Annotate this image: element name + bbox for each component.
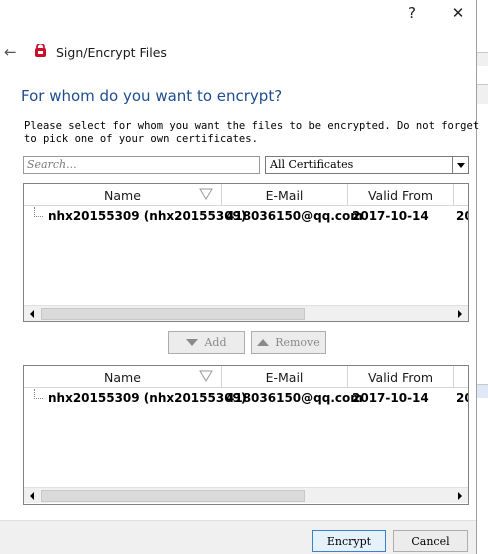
arrow-up-icon [257, 339, 270, 346]
help-button[interactable]: ? [400, 4, 424, 22]
table-row[interactable]: nhx20155309 (nhx20155309) 418036150@qq.c… [24, 391, 468, 407]
column-header-email[interactable]: E-Mail [222, 366, 348, 388]
back-arrow-icon[interactable]: ← [4, 43, 17, 61]
certificate-filter-select[interactable]: All Certificates [265, 156, 469, 174]
scrollbar-thumb[interactable] [41, 308, 305, 320]
close-icon[interactable]: ✕ [446, 4, 470, 22]
background-window-strip [477, 52, 488, 66]
horizontal-scrollbar[interactable] [24, 305, 468, 321]
horizontal-scrollbar[interactable] [24, 487, 468, 503]
column-header-extra[interactable] [454, 184, 468, 206]
scroll-right-icon[interactable] [452, 488, 468, 504]
available-certificates-list[interactable]: Name E-Mail Valid From nhx20155309 (nhx2… [23, 183, 469, 322]
kleopatra-app-icon [33, 42, 48, 59]
list-header: Name E-Mail Valid From [24, 184, 468, 206]
add-button[interactable]: Add [168, 331, 245, 354]
column-header-extra[interactable] [454, 366, 468, 388]
sort-indicator-icon [199, 188, 213, 200]
instruction-text: Please select for whom you want the file… [24, 120, 480, 132]
chevron-down-icon[interactable] [452, 157, 468, 173]
selected-certificates-list[interactable]: Name E-Mail Valid From nhx20155309 (nhx2… [23, 365, 469, 505]
row-extra: 20 [456, 391, 468, 405]
table-row[interactable]: nhx20155309 (nhx20155309) 418036150@qq.c… [24, 209, 468, 225]
remove-button[interactable]: Remove [251, 331, 326, 354]
row-name: nhx20155309 (nhx20155309) [48, 391, 247, 405]
search-input[interactable]: Search... [23, 156, 260, 174]
window-title: Sign/Encrypt Files [56, 45, 167, 60]
row-extra: 20 [456, 209, 468, 223]
row-valid-from: 2017-10-14 [352, 391, 429, 405]
sort-indicator-icon [199, 370, 213, 382]
scroll-left-icon[interactable] [24, 488, 40, 504]
column-header-name[interactable]: Name [24, 366, 222, 388]
filter-selected-value: All Certificates [270, 158, 354, 171]
scrollbar-thumb[interactable] [41, 490, 305, 502]
column-header-valid-from[interactable]: Valid From [348, 366, 454, 388]
cancel-button[interactable]: Cancel [393, 530, 468, 552]
arrow-down-icon [186, 339, 199, 346]
scroll-left-icon[interactable] [24, 306, 40, 321]
row-valid-from: 2017-10-14 [352, 209, 429, 223]
column-header-email[interactable]: E-Mail [222, 184, 348, 206]
row-email: 418036150@qq.com [226, 209, 363, 223]
encrypt-button[interactable]: Encrypt [312, 530, 386, 552]
background-window-strip [477, 84, 488, 104]
background-window-strip [477, 384, 488, 398]
background-window-edge [476, 0, 488, 554]
row-email: 418036150@qq.com [226, 391, 363, 405]
column-header-valid-from[interactable]: Valid From [348, 184, 454, 206]
page-title: For whom do you want to encrypt? [21, 87, 283, 105]
instruction-text: to pick one of your own certificates. [24, 133, 258, 145]
row-name: nhx20155309 (nhx20155309) [48, 209, 247, 223]
list-header: Name E-Mail Valid From [24, 366, 468, 388]
column-header-name[interactable]: Name [24, 184, 222, 206]
scroll-right-icon[interactable] [452, 306, 468, 321]
